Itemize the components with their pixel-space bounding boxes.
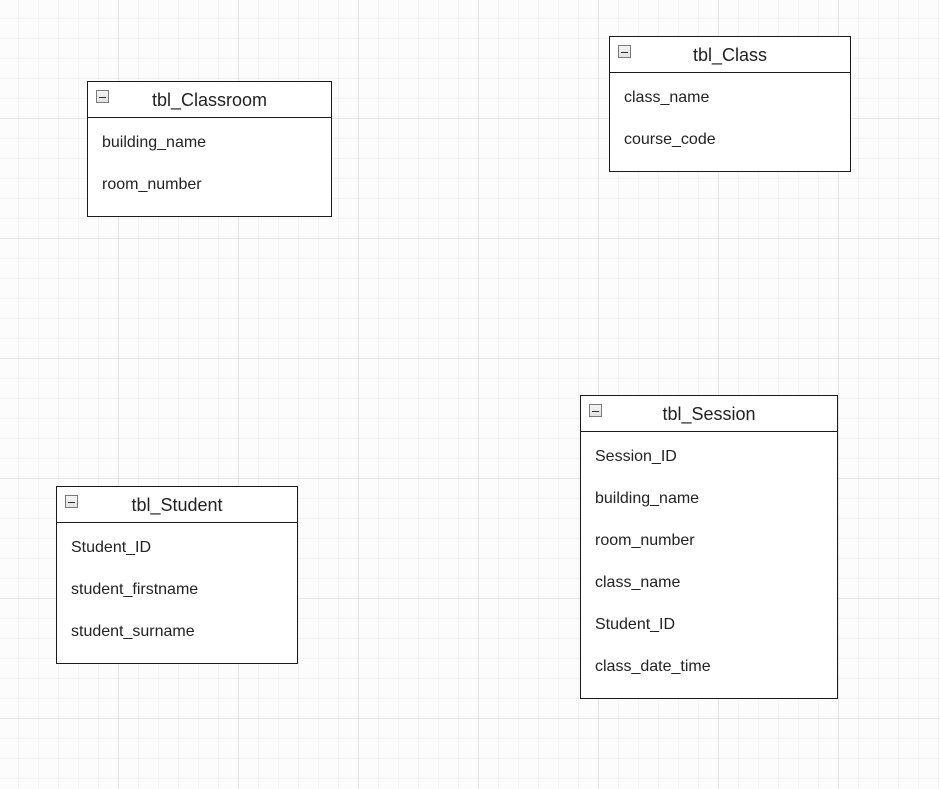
field[interactable]: room_number bbox=[102, 164, 331, 206]
entity-session-header[interactable]: tbl_Session bbox=[581, 396, 837, 432]
field[interactable]: course_code bbox=[624, 119, 850, 161]
entity-class-header[interactable]: tbl_Class bbox=[610, 37, 850, 73]
entity-title: tbl_Class bbox=[693, 45, 767, 66]
collapse-icon[interactable] bbox=[65, 495, 78, 508]
entity-title: tbl_Student bbox=[131, 495, 222, 516]
field[interactable]: student_firstname bbox=[71, 569, 297, 611]
field[interactable]: class_name bbox=[624, 77, 850, 119]
field[interactable]: Student_ID bbox=[595, 604, 837, 646]
field[interactable]: student_surname bbox=[71, 611, 297, 653]
field[interactable]: class_date_time bbox=[595, 646, 837, 688]
entity-classroom[interactable]: tbl_Classroom building_name room_number bbox=[87, 81, 332, 217]
collapse-icon[interactable] bbox=[589, 404, 602, 417]
entity-title: tbl_Session bbox=[662, 404, 755, 425]
entity-class-fields: class_name course_code bbox=[610, 73, 850, 171]
field[interactable]: Student_ID bbox=[71, 527, 297, 569]
diagram-canvas[interactable]: tbl_Classroom building_name room_number … bbox=[0, 0, 940, 789]
entity-classroom-header[interactable]: tbl_Classroom bbox=[88, 82, 331, 118]
collapse-icon[interactable] bbox=[96, 90, 109, 103]
field[interactable]: building_name bbox=[102, 122, 331, 164]
entity-student-header[interactable]: tbl_Student bbox=[57, 487, 297, 523]
entity-student-fields: Student_ID student_firstname student_sur… bbox=[57, 523, 297, 663]
collapse-icon[interactable] bbox=[618, 45, 631, 58]
entity-session-fields: Session_ID building_name room_number cla… bbox=[581, 432, 837, 698]
entity-title: tbl_Classroom bbox=[152, 90, 267, 111]
entity-session[interactable]: tbl_Session Session_ID building_name roo… bbox=[580, 395, 838, 699]
entity-student[interactable]: tbl_Student Student_ID student_firstname… bbox=[56, 486, 298, 664]
entity-class[interactable]: tbl_Class class_name course_code bbox=[609, 36, 851, 172]
field[interactable]: building_name bbox=[595, 478, 837, 520]
field[interactable]: room_number bbox=[595, 520, 837, 562]
field[interactable]: class_name bbox=[595, 562, 837, 604]
field[interactable]: Session_ID bbox=[595, 436, 837, 478]
entity-classroom-fields: building_name room_number bbox=[88, 118, 331, 216]
